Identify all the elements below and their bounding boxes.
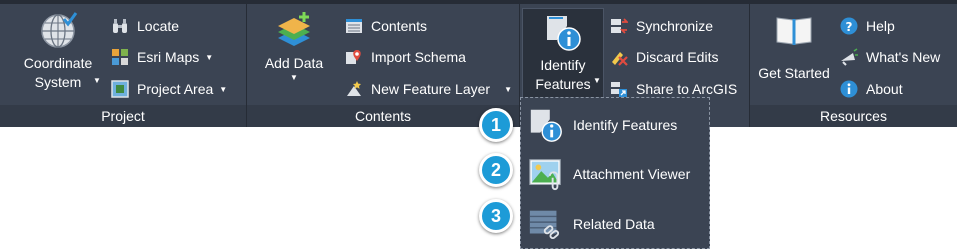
ribbon: Coordinate System ▼ Locate Esri Maps ▼ P… [0, 0, 957, 127]
new-feature-layer-button[interactable]: New Feature Layer ▼ [345, 77, 512, 101]
resources-panel: Get Started ? Help What's New About Reso… [750, 4, 957, 127]
locate-button[interactable]: Locate [111, 14, 179, 38]
identify-features-button[interactable]: Identify Features [522, 8, 604, 101]
project-panel-footer: Project [0, 105, 246, 127]
callout-badge-3: 3 [479, 199, 513, 233]
identify-features-label-2: Features [535, 76, 591, 92]
project-area-button[interactable]: Project Area ▼ [111, 77, 227, 101]
new-feature-layer-icon [347, 81, 361, 96]
add-data-label: Add Data [264, 55, 324, 71]
esri-maps-label: Esri Maps [137, 49, 200, 65]
globe-icon [41, 12, 78, 48]
callout-badge-1: 1 [479, 108, 513, 142]
whats-new-icon [841, 48, 858, 66]
project-area-caret-icon: ▼ [219, 84, 228, 94]
get-started-button[interactable]: Get Started [752, 10, 836, 83]
coordinate-system-button[interactable]: Coordinate System [12, 10, 104, 92]
resources-panel-footer: Resources [750, 105, 957, 127]
related-data-icon [529, 210, 560, 240]
about-label: About [866, 81, 903, 97]
esri-maps-button[interactable]: Esri Maps ▼ [111, 45, 213, 69]
dropdown-item-related-data-label: Related Data [573, 216, 655, 232]
synchronize-button[interactable]: Synchronize [610, 14, 713, 38]
whats-new-button[interactable]: What's New [840, 45, 940, 69]
project-area-icon [111, 80, 129, 98]
add-data-layers-icon [278, 12, 310, 46]
coordinate-system-caret-icon[interactable]: ▼ [93, 76, 101, 86]
discard-edits-button[interactable]: Discard Edits [610, 45, 718, 69]
add-data-button[interactable]: Add Data ▼ [257, 10, 331, 83]
identify-features-label-1: Identify [540, 57, 586, 73]
attachment-viewer-icon [529, 159, 561, 191]
esri-maps-icon [112, 49, 128, 65]
add-data-caret-icon: ▼ [290, 73, 298, 82]
synchronize-label: Synchronize [636, 18, 714, 34]
share-to-arcgis-icon [611, 82, 627, 97]
svg-text:?: ? [846, 20, 853, 34]
callout-badge-2: 2 [479, 153, 513, 187]
discard-edits-icon [612, 52, 628, 66]
binoculars-icon [113, 19, 127, 33]
about-button[interactable]: About [840, 77, 903, 101]
import-schema-label: Import Schema [371, 49, 466, 65]
coordinate-system-label-1: Coordinate [23, 55, 93, 71]
identify-features-icon [547, 16, 581, 51]
identify-features-caret-icon[interactable]: ▼ [593, 76, 601, 86]
whats-new-label: What's New [866, 49, 941, 65]
dropdown-item-identify-features[interactable]: Identify Features [527, 106, 677, 144]
help-icon: ? [840, 17, 858, 35]
about-info-icon [840, 80, 858, 98]
contents-label: Contents [371, 18, 428, 34]
project-panel: Coordinate System ▼ Locate Esri Maps ▼ P… [0, 4, 247, 127]
import-schema-button[interactable]: Import Schema [345, 45, 466, 69]
help-button[interactable]: ? Help [840, 14, 895, 38]
import-schema-icon [346, 50, 361, 64]
locate-label: Locate [137, 18, 180, 34]
coordinate-system-label-2: System [34, 74, 82, 90]
dropdown-item-attachment-viewer-label: Attachment Viewer [573, 166, 691, 182]
project-area-label: Project Area [137, 81, 214, 97]
identify-features-icon [530, 109, 562, 142]
dropdown-item-identify-features-label: Identify Features [573, 117, 678, 133]
esri-maps-caret-icon: ▼ [205, 52, 214, 62]
help-label: Help [866, 18, 895, 34]
dropdown-item-related-data[interactable]: Related Data [527, 205, 655, 243]
get-started-label: Get Started [758, 65, 830, 81]
contents-panel: Add Data ▼ Contents Import Schema New Fe… [247, 4, 520, 127]
contents-table-icon [346, 19, 362, 33]
synchronize-icon [611, 18, 628, 34]
book-icon [776, 17, 812, 45]
discard-edits-label: Discard Edits [636, 49, 719, 65]
dropdown-item-attachment-viewer[interactable]: Attachment Viewer [527, 155, 690, 193]
identify-features-dropdown: Identify Features Attachment Viewer Rela… [520, 97, 710, 249]
share-to-arcgis-label: Share to ArcGIS [636, 81, 738, 97]
new-feature-layer-label: New Feature Layer [371, 81, 491, 97]
new-feature-layer-caret-icon: ▼ [504, 84, 512, 94]
contents-button[interactable]: Contents [345, 14, 427, 38]
